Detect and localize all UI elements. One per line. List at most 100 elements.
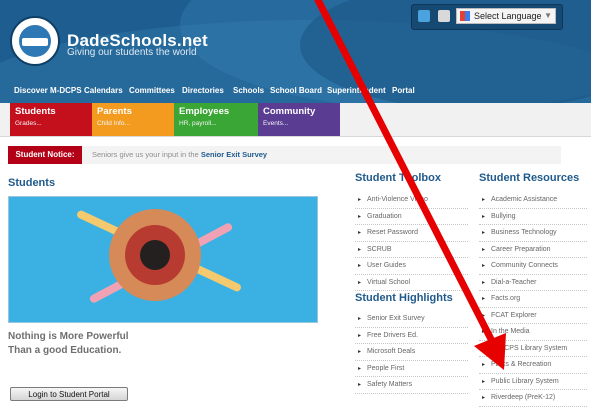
nav-item-superintendent[interactable]: Superintendent <box>327 86 386 95</box>
tile-community[interactable]: Community Events... <box>258 103 340 136</box>
site-header: DadeSchools.net Giving our students the … <box>0 0 591 103</box>
students-tagline: Nothing is More Powerful Than a good Edu… <box>8 330 129 358</box>
bullet-icon: ▸ <box>482 263 486 269</box>
tile-title: Students <box>15 106 56 117</box>
email-icon[interactable] <box>438 10 450 22</box>
list-item-label: Safety Matters <box>367 381 413 388</box>
list-item[interactable]: ▸ Academic Assistance <box>479 192 587 209</box>
list-item-label: Virtual School <box>367 278 411 286</box>
site-tagline: Giving our students the world <box>67 47 197 58</box>
list-item-label: Career Preparation <box>491 245 551 253</box>
bullet-icon: ▸ <box>482 197 486 203</box>
bullet-icon: ▸ <box>482 279 486 286</box>
list-item[interactable]: ▸ Virtual School <box>355 275 468 291</box>
notice-message: Seniors give us your input in the <box>92 150 201 159</box>
list-item-label: Bullying <box>491 212 516 220</box>
google-translate-icon <box>460 11 470 21</box>
bullet-icon: ▸ <box>358 197 362 203</box>
list-item[interactable]: ▸ User Guides <box>355 258 468 275</box>
list-item-label: User Guides <box>367 262 406 269</box>
list-item[interactable]: ▸ FCAT Explorer <box>479 308 587 324</box>
tile-students[interactable]: Students Grades... <box>10 103 92 136</box>
tile-subtitle: Child Info... <box>97 120 130 127</box>
list-item-label: Microsoft Deals <box>367 348 416 355</box>
dropdown-arrow-icon: ▼ <box>544 11 552 20</box>
student-toolbox-list: ▸ Anti-Violence Video ▸ Graduation ▸ Reset … <box>355 192 468 291</box>
list-item[interactable]: ▸ Graduation <box>355 209 468 225</box>
nav-item-committees[interactable]: Committees <box>129 86 175 95</box>
list-item-label: Senior Exit Survey <box>367 315 425 322</box>
bullet-icon: ▸ <box>482 230 486 236</box>
language-select-label: Select Language <box>474 11 542 21</box>
list-item-label: People First <box>367 364 405 372</box>
list-item[interactable]: ▸ Senior Exit Survey <box>355 311 468 328</box>
students-photo <box>8 196 318 323</box>
list-item[interactable]: ▸ Community Connects <box>479 258 587 275</box>
list-item[interactable]: ▸ Parks & Recreation <box>479 357 587 374</box>
list-item[interactable]: ▸ Public Library System <box>479 374 587 390</box>
nav-item-portal[interactable]: Portal <box>392 86 415 95</box>
list-item-label: Parks & Recreation <box>491 361 552 368</box>
list-item[interactable]: ▸ Microsoft Deals <box>355 344 468 361</box>
list-item[interactable]: ▸ Anti-Violence Video <box>355 192 468 209</box>
tile-employees[interactable]: Employees HR, payroll... <box>174 103 258 136</box>
bullet-icon: ▸ <box>358 332 362 339</box>
list-item[interactable]: ▸ Facts.org <box>479 291 587 308</box>
nav-item-school-board[interactable]: School Board <box>270 86 322 95</box>
senior-exit-survey-link[interactable]: Senior Exit Survey <box>201 150 267 159</box>
list-item[interactable]: ▸ M-DCPS Library System <box>479 341 587 357</box>
bullet-icon: ▸ <box>358 246 362 253</box>
bullet-icon: ▸ <box>482 246 486 253</box>
school-district-logo[interactable] <box>10 16 60 66</box>
tagline-line-2: Than a good Education. <box>8 345 122 356</box>
list-item[interactable]: ▸ In the Media <box>479 324 587 341</box>
bullet-icon: ▸ <box>482 296 486 302</box>
nav-item-discover[interactable]: Discover M-DCPS <box>14 86 82 95</box>
logo-seal-band <box>22 38 48 46</box>
list-item[interactable]: ▸ Riverdeep (PreK-12) <box>479 390 587 407</box>
list-item[interactable]: ▸ Safety Matters <box>355 377 468 394</box>
notice-label: Student Notice: <box>8 146 82 164</box>
list-item-label: Community Connects <box>491 262 558 269</box>
login-student-portal-button[interactable]: Login to Student Portal <box>10 387 128 401</box>
student-highlights-list: ▸ Senior Exit Survey ▸ Free Drivers Ed. ▸ M… <box>355 311 468 394</box>
tile-subtitle: HR, payroll... <box>179 120 217 127</box>
list-item-label: Business Technology <box>491 229 557 236</box>
list-item-label: Facts.org <box>491 295 521 302</box>
nav-item-schools[interactable]: Schools <box>233 86 264 95</box>
bullet-icon: ▸ <box>482 329 486 335</box>
language-select[interactable]: Select Language ▼ <box>456 8 556 24</box>
bullet-icon: ▸ <box>358 316 362 322</box>
bullet-icon: ▸ <box>358 349 362 355</box>
nav-item-calendars[interactable]: Calendars <box>84 86 123 95</box>
list-item-label: Graduation <box>367 212 402 220</box>
bullet-icon: ▸ <box>358 230 362 236</box>
bullet-icon: ▸ <box>482 213 486 220</box>
bullet-icon: ▸ <box>482 362 486 368</box>
list-item-label: Academic Assistance <box>491 196 558 203</box>
tile-subtitle: Grades... <box>15 120 42 127</box>
tile-parents[interactable]: Parents Child Info... <box>92 103 174 136</box>
language-toolbar: Select Language ▼ <box>411 4 563 30</box>
list-item[interactable]: ▸ SCRUB <box>355 242 468 258</box>
top-navigation: Discover M-DCPS Calendars Committees Dir… <box>0 86 591 100</box>
list-item-label: Public Library System <box>491 377 559 385</box>
student-highlights-heading: Student Highlights <box>355 292 453 304</box>
list-item[interactable]: ▸ Business Technology <box>479 225 587 242</box>
facebook-icon[interactable] <box>418 10 430 22</box>
list-item[interactable]: ▸ People First <box>355 361 468 377</box>
bullet-icon: ▸ <box>358 365 362 372</box>
photo-shape <box>140 240 170 270</box>
notice-text: Seniors give us your input in the Senior… <box>92 146 267 164</box>
list-item[interactable]: ▸ Free Drivers Ed. <box>355 328 468 344</box>
bullet-icon: ▸ <box>358 213 362 220</box>
list-item[interactable]: ▸ Reset Password <box>355 225 468 242</box>
list-item-label: Dial-a-Teacher <box>491 278 537 286</box>
list-item[interactable]: ▸ Bullying <box>479 209 587 225</box>
nav-item-directories[interactable]: Directories <box>182 86 224 95</box>
student-notice-bar: Student Notice: Seniors give us your inp… <box>8 146 561 164</box>
tagline-line-1: Nothing is More Powerful <box>8 331 129 342</box>
list-item[interactable]: ▸ Dial-a-Teacher <box>479 275 587 291</box>
audience-tiles: Students Grades... Parents Child Info...… <box>0 103 591 137</box>
list-item[interactable]: ▸ Career Preparation <box>479 242 587 258</box>
